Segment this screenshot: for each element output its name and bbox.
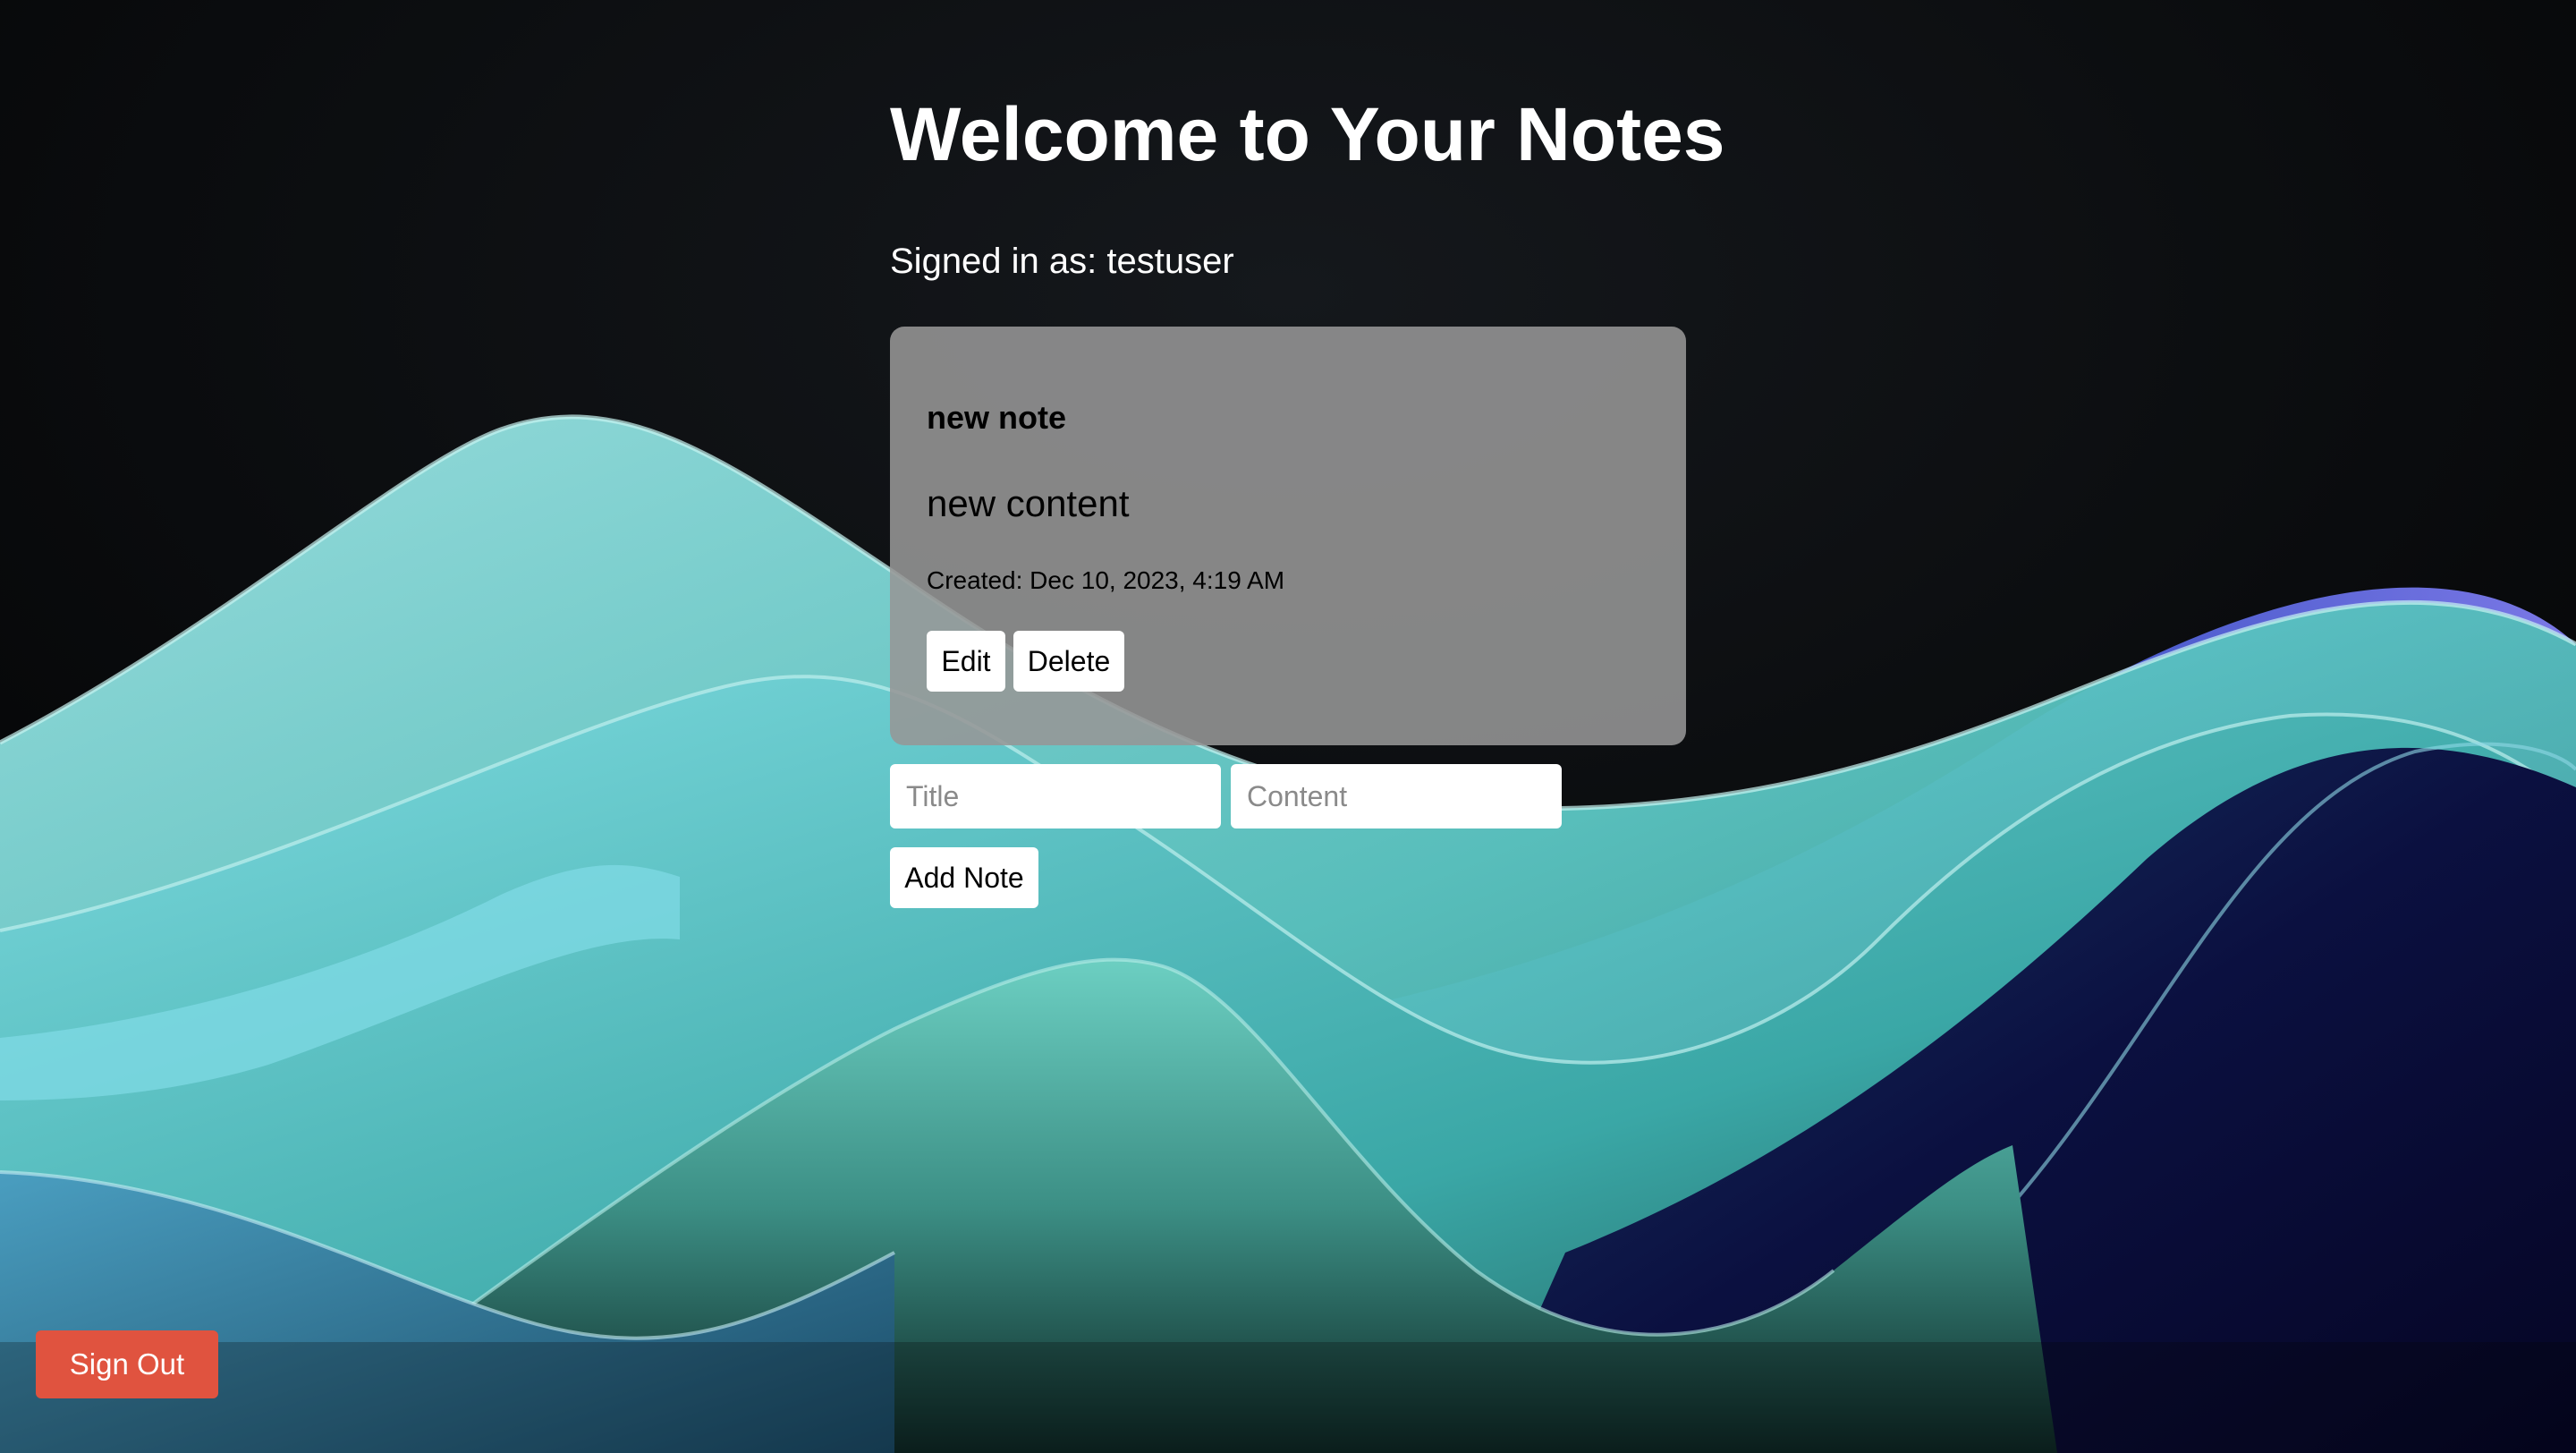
note-title: new note <box>927 399 1067 436</box>
signed-in-label: Signed in as: testuser <box>890 242 1234 281</box>
content-input[interactable] <box>1231 764 1562 828</box>
delete-note-button[interactable]: Delete <box>1013 631 1124 692</box>
sign-out-button[interactable]: Sign Out <box>36 1330 218 1398</box>
page-title: Welcome to Your Notes <box>890 92 1725 176</box>
title-input[interactable] <box>890 764 1221 828</box>
note-card <box>890 327 1686 745</box>
note-content: new content <box>927 482 1130 524</box>
add-note-button[interactable]: Add Note <box>890 847 1038 908</box>
edit-note-button[interactable]: Edit <box>927 631 1005 692</box>
note-created-timestamp: Created: Dec 10, 2023, 4:19 AM <box>927 566 1285 594</box>
